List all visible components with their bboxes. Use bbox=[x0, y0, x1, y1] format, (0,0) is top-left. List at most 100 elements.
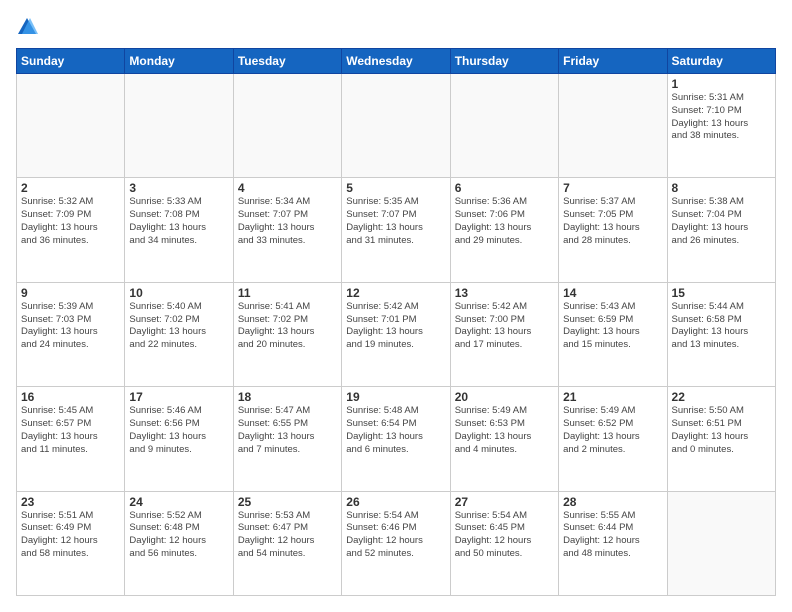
day-number: 11 bbox=[238, 286, 337, 300]
day-number: 12 bbox=[346, 286, 445, 300]
day-info: Sunrise: 5:42 AM Sunset: 7:01 PM Dayligh… bbox=[346, 301, 445, 352]
weekday-header: Tuesday bbox=[233, 49, 341, 74]
day-number: 2 bbox=[21, 181, 120, 195]
day-info: Sunrise: 5:33 AM Sunset: 7:08 PM Dayligh… bbox=[129, 196, 228, 247]
day-info: Sunrise: 5:41 AM Sunset: 7:02 PM Dayligh… bbox=[238, 301, 337, 352]
day-number: 4 bbox=[238, 181, 337, 195]
day-number: 16 bbox=[21, 390, 120, 404]
weekday-header-row: SundayMondayTuesdayWednesdayThursdayFrid… bbox=[17, 49, 776, 74]
calendar-cell: 3Sunrise: 5:33 AM Sunset: 7:08 PM Daylig… bbox=[125, 178, 233, 282]
day-info: Sunrise: 5:54 AM Sunset: 6:46 PM Dayligh… bbox=[346, 510, 445, 561]
day-number: 8 bbox=[672, 181, 771, 195]
day-number: 22 bbox=[672, 390, 771, 404]
calendar-table: SundayMondayTuesdayWednesdayThursdayFrid… bbox=[16, 48, 776, 596]
day-number: 3 bbox=[129, 181, 228, 195]
day-number: 23 bbox=[21, 495, 120, 509]
day-info: Sunrise: 5:55 AM Sunset: 6:44 PM Dayligh… bbox=[563, 510, 662, 561]
day-info: Sunrise: 5:44 AM Sunset: 6:58 PM Dayligh… bbox=[672, 301, 771, 352]
day-info: Sunrise: 5:52 AM Sunset: 6:48 PM Dayligh… bbox=[129, 510, 228, 561]
calendar-cell: 13Sunrise: 5:42 AM Sunset: 7:00 PM Dayli… bbox=[450, 282, 558, 386]
weekday-header: Saturday bbox=[667, 49, 775, 74]
day-info: Sunrise: 5:38 AM Sunset: 7:04 PM Dayligh… bbox=[672, 196, 771, 247]
calendar-cell: 23Sunrise: 5:51 AM Sunset: 6:49 PM Dayli… bbox=[17, 491, 125, 595]
weekday-header: Thursday bbox=[450, 49, 558, 74]
calendar-cell: 19Sunrise: 5:48 AM Sunset: 6:54 PM Dayli… bbox=[342, 387, 450, 491]
day-info: Sunrise: 5:45 AM Sunset: 6:57 PM Dayligh… bbox=[21, 405, 120, 456]
calendar-cell: 9Sunrise: 5:39 AM Sunset: 7:03 PM Daylig… bbox=[17, 282, 125, 386]
calendar-cell: 21Sunrise: 5:49 AM Sunset: 6:52 PM Dayli… bbox=[559, 387, 667, 491]
day-number: 17 bbox=[129, 390, 228, 404]
calendar-cell: 25Sunrise: 5:53 AM Sunset: 6:47 PM Dayli… bbox=[233, 491, 341, 595]
day-info: Sunrise: 5:43 AM Sunset: 6:59 PM Dayligh… bbox=[563, 301, 662, 352]
day-info: Sunrise: 5:54 AM Sunset: 6:45 PM Dayligh… bbox=[455, 510, 554, 561]
day-number: 25 bbox=[238, 495, 337, 509]
day-number: 21 bbox=[563, 390, 662, 404]
day-info: Sunrise: 5:31 AM Sunset: 7:10 PM Dayligh… bbox=[672, 92, 771, 143]
day-info: Sunrise: 5:39 AM Sunset: 7:03 PM Dayligh… bbox=[21, 301, 120, 352]
calendar-week-row: 9Sunrise: 5:39 AM Sunset: 7:03 PM Daylig… bbox=[17, 282, 776, 386]
calendar-cell: 17Sunrise: 5:46 AM Sunset: 6:56 PM Dayli… bbox=[125, 387, 233, 491]
day-number: 18 bbox=[238, 390, 337, 404]
day-info: Sunrise: 5:47 AM Sunset: 6:55 PM Dayligh… bbox=[238, 405, 337, 456]
weekday-header: Sunday bbox=[17, 49, 125, 74]
day-number: 14 bbox=[563, 286, 662, 300]
calendar-cell: 11Sunrise: 5:41 AM Sunset: 7:02 PM Dayli… bbox=[233, 282, 341, 386]
weekday-header: Friday bbox=[559, 49, 667, 74]
calendar-cell: 15Sunrise: 5:44 AM Sunset: 6:58 PM Dayli… bbox=[667, 282, 775, 386]
calendar-cell: 26Sunrise: 5:54 AM Sunset: 6:46 PM Dayli… bbox=[342, 491, 450, 595]
calendar-week-row: 1Sunrise: 5:31 AM Sunset: 7:10 PM Daylig… bbox=[17, 74, 776, 178]
day-number: 6 bbox=[455, 181, 554, 195]
day-number: 20 bbox=[455, 390, 554, 404]
day-info: Sunrise: 5:48 AM Sunset: 6:54 PM Dayligh… bbox=[346, 405, 445, 456]
day-info: Sunrise: 5:32 AM Sunset: 7:09 PM Dayligh… bbox=[21, 196, 120, 247]
calendar-cell bbox=[342, 74, 450, 178]
calendar-cell: 5Sunrise: 5:35 AM Sunset: 7:07 PM Daylig… bbox=[342, 178, 450, 282]
day-number: 28 bbox=[563, 495, 662, 509]
logo bbox=[16, 16, 40, 38]
day-number: 19 bbox=[346, 390, 445, 404]
calendar-cell: 12Sunrise: 5:42 AM Sunset: 7:01 PM Dayli… bbox=[342, 282, 450, 386]
calendar-cell bbox=[667, 491, 775, 595]
weekday-header: Monday bbox=[125, 49, 233, 74]
calendar-cell bbox=[450, 74, 558, 178]
calendar-cell: 14Sunrise: 5:43 AM Sunset: 6:59 PM Dayli… bbox=[559, 282, 667, 386]
day-info: Sunrise: 5:42 AM Sunset: 7:00 PM Dayligh… bbox=[455, 301, 554, 352]
day-info: Sunrise: 5:46 AM Sunset: 6:56 PM Dayligh… bbox=[129, 405, 228, 456]
day-number: 26 bbox=[346, 495, 445, 509]
calendar-cell bbox=[17, 74, 125, 178]
calendar-week-row: 16Sunrise: 5:45 AM Sunset: 6:57 PM Dayli… bbox=[17, 387, 776, 491]
day-info: Sunrise: 5:51 AM Sunset: 6:49 PM Dayligh… bbox=[21, 510, 120, 561]
calendar-cell: 10Sunrise: 5:40 AM Sunset: 7:02 PM Dayli… bbox=[125, 282, 233, 386]
calendar-week-row: 2Sunrise: 5:32 AM Sunset: 7:09 PM Daylig… bbox=[17, 178, 776, 282]
calendar-cell: 2Sunrise: 5:32 AM Sunset: 7:09 PM Daylig… bbox=[17, 178, 125, 282]
day-info: Sunrise: 5:34 AM Sunset: 7:07 PM Dayligh… bbox=[238, 196, 337, 247]
day-number: 9 bbox=[21, 286, 120, 300]
day-info: Sunrise: 5:49 AM Sunset: 6:52 PM Dayligh… bbox=[563, 405, 662, 456]
header bbox=[16, 16, 776, 38]
day-number: 27 bbox=[455, 495, 554, 509]
day-info: Sunrise: 5:53 AM Sunset: 6:47 PM Dayligh… bbox=[238, 510, 337, 561]
day-number: 5 bbox=[346, 181, 445, 195]
weekday-header: Wednesday bbox=[342, 49, 450, 74]
day-info: Sunrise: 5:50 AM Sunset: 6:51 PM Dayligh… bbox=[672, 405, 771, 456]
calendar-cell bbox=[233, 74, 341, 178]
calendar-cell: 6Sunrise: 5:36 AM Sunset: 7:06 PM Daylig… bbox=[450, 178, 558, 282]
calendar-cell: 4Sunrise: 5:34 AM Sunset: 7:07 PM Daylig… bbox=[233, 178, 341, 282]
day-info: Sunrise: 5:35 AM Sunset: 7:07 PM Dayligh… bbox=[346, 196, 445, 247]
calendar-cell bbox=[559, 74, 667, 178]
calendar-cell: 18Sunrise: 5:47 AM Sunset: 6:55 PM Dayli… bbox=[233, 387, 341, 491]
day-info: Sunrise: 5:49 AM Sunset: 6:53 PM Dayligh… bbox=[455, 405, 554, 456]
day-info: Sunrise: 5:40 AM Sunset: 7:02 PM Dayligh… bbox=[129, 301, 228, 352]
day-number: 1 bbox=[672, 77, 771, 91]
day-number: 10 bbox=[129, 286, 228, 300]
calendar-cell: 7Sunrise: 5:37 AM Sunset: 7:05 PM Daylig… bbox=[559, 178, 667, 282]
calendar-cell: 24Sunrise: 5:52 AM Sunset: 6:48 PM Dayli… bbox=[125, 491, 233, 595]
calendar-cell: 1Sunrise: 5:31 AM Sunset: 7:10 PM Daylig… bbox=[667, 74, 775, 178]
calendar-cell: 16Sunrise: 5:45 AM Sunset: 6:57 PM Dayli… bbox=[17, 387, 125, 491]
calendar-cell: 20Sunrise: 5:49 AM Sunset: 6:53 PM Dayli… bbox=[450, 387, 558, 491]
calendar-week-row: 23Sunrise: 5:51 AM Sunset: 6:49 PM Dayli… bbox=[17, 491, 776, 595]
calendar-cell: 27Sunrise: 5:54 AM Sunset: 6:45 PM Dayli… bbox=[450, 491, 558, 595]
day-info: Sunrise: 5:36 AM Sunset: 7:06 PM Dayligh… bbox=[455, 196, 554, 247]
day-number: 7 bbox=[563, 181, 662, 195]
calendar-cell: 22Sunrise: 5:50 AM Sunset: 6:51 PM Dayli… bbox=[667, 387, 775, 491]
